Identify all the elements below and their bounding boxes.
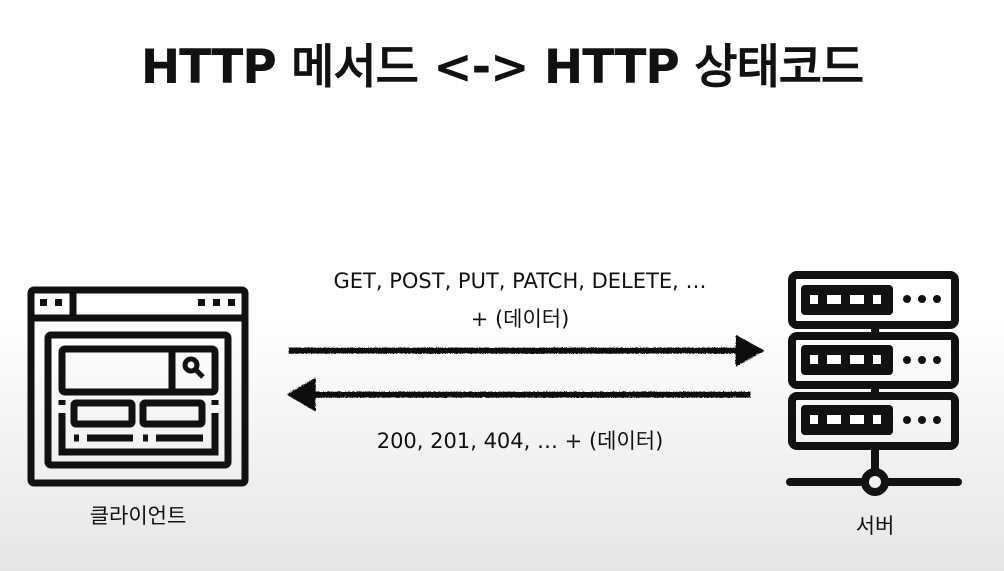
request-methods-label: GET, POST, PUT, PATCH, DELETE, … [333,269,707,293]
server-rack-icon [786,271,962,496]
browser-dots [40,299,235,306]
request-arrow [288,334,764,366]
response-arrow [286,377,750,411]
response-codes-label: 200, 201, 404, … + (데이터) [376,429,664,453]
request-data-label: + (데이터) [470,307,570,331]
browser-window-icon [27,286,249,487]
client-label: 클라이언트 [89,504,187,528]
server-label: 서버 [855,514,895,538]
